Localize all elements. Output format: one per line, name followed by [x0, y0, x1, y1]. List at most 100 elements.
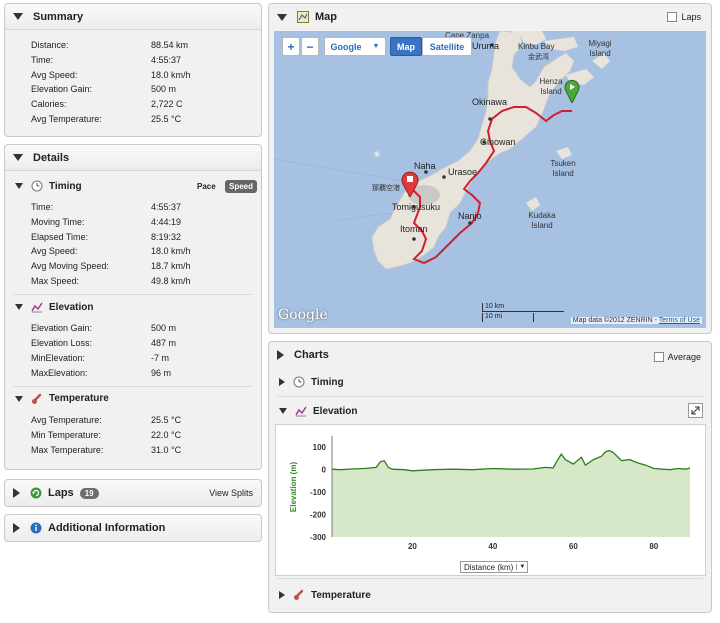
stat-value: 4:55:37	[151, 202, 182, 213]
zoom-out-button[interactable]: −	[301, 37, 319, 56]
collapse-triangle-icon[interactable]	[279, 408, 287, 414]
collapse-triangle-icon[interactable]	[15, 304, 23, 311]
stat-row: Elevation Loss: 487 m	[31, 336, 261, 351]
elevation-chart-icon	[295, 405, 307, 417]
stat-label: Time:	[31, 55, 54, 66]
stat-value: 25.5 °C	[151, 415, 182, 426]
details-header[interactable]: Details	[5, 145, 261, 171]
view-splits-link[interactable]: View Splits	[209, 488, 253, 498]
stat-label: Avg Speed:	[31, 69, 78, 80]
charts-header[interactable]: Charts Average	[269, 342, 711, 368]
terms-of-use-link[interactable]: Terms of Use	[659, 317, 700, 324]
chart-elevation-title: Elevation	[313, 405, 358, 417]
place-label-urasoe: Urasoe	[448, 167, 478, 177]
average-checkbox[interactable]	[653, 352, 664, 362]
laps-panel[interactable]: Laps 19 View Splits	[4, 479, 262, 507]
temperature-stats: Avg Temperature: 25.5 °C Min Temperature: 2…	[5, 408, 261, 457]
elevation-section-header[interactable]: Elevation	[5, 298, 261, 316]
stat-row: Elevation Gain: 500 m	[31, 321, 261, 336]
sea-boundary-line	[333, 212, 393, 222]
map-laps-checkbox[interactable]	[667, 12, 678, 22]
additional-info-title: Additional Information	[48, 522, 166, 534]
island-landmass	[374, 151, 380, 157]
stat-row: Calories: 2,722 C	[31, 97, 261, 112]
stat-label: Time:	[31, 202, 54, 213]
map-type-map-button[interactable]: Map	[390, 37, 422, 56]
y-tick-labels: 100 0 -100 -200 -300	[310, 443, 327, 542]
place-label-kinbu-bay-jp: 金武湾	[528, 54, 549, 61]
thermometer-icon	[31, 393, 43, 405]
stat-value: 4:55:37	[151, 55, 182, 66]
chart-timing-header[interactable]: Timing	[269, 372, 711, 392]
collapse-triangle-icon[interactable]	[277, 13, 287, 21]
place-label-naha: Naha	[414, 161, 436, 171]
chart-timing-title: Timing	[311, 376, 344, 388]
finish-marker-icon[interactable]	[401, 171, 419, 199]
stat-label: Max Speed:	[31, 275, 80, 286]
stat-value: 31.0 °C	[151, 444, 182, 455]
map-canvas[interactable]: Cape Zanpa Uruma Kinbu Bay 金武湾 Miyagi Is…	[274, 31, 706, 328]
summary-title: Summary	[33, 10, 84, 23]
laps-count-badge: 19	[79, 487, 99, 499]
y-tick-label: -300	[310, 533, 327, 542]
collapse-triangle-icon[interactable]	[15, 395, 23, 402]
expand-triangle-icon[interactable]	[277, 350, 284, 360]
stat-value: 18.0 km/h	[151, 246, 191, 257]
stat-value: 22.0 °C	[151, 429, 182, 440]
stat-value: 487 m	[151, 338, 177, 349]
additional-info-panel[interactable]: Additional Information	[4, 514, 262, 542]
temperature-section-header[interactable]: Temperature	[5, 390, 261, 408]
start-marker-icon[interactable]	[564, 79, 580, 105]
divider	[277, 578, 703, 579]
average-toggle[interactable]: Average	[653, 352, 701, 362]
map-attribution-text: Map data ©2012 ZENRIN	[572, 317, 653, 324]
details-panel: Details Timing Pace Speed Time: 4:55:37 Mo…	[4, 144, 262, 470]
map-svg	[274, 31, 610, 270]
collapse-triangle-icon[interactable]	[15, 183, 23, 189]
speed-toggle[interactable]: Speed	[225, 179, 258, 193]
elevation-chart-icon	[31, 301, 43, 313]
map-laps-label: Laps	[681, 12, 701, 22]
chart-temperature-header[interactable]: Temperature	[269, 586, 371, 604]
stat-row: Elapsed Time: 8:19:32	[31, 229, 261, 244]
stat-label: Avg Temperature:	[31, 415, 102, 426]
stat-value: 8:19:32	[151, 231, 182, 242]
stat-value: 500 m	[151, 323, 177, 334]
expand-triangle-icon[interactable]	[279, 591, 285, 599]
stat-value: 49.8 km/h	[151, 275, 191, 286]
charts-title: Charts	[294, 349, 329, 361]
timing-section-header[interactable]: Timing Pace Speed	[5, 177, 261, 195]
place-label-miyagi-island: Miyagi Island	[588, 39, 612, 58]
expand-triangle-icon[interactable]	[279, 378, 285, 386]
expand-chart-icon[interactable]	[688, 403, 703, 418]
x-tick-label: 60	[569, 542, 578, 551]
stat-label: Elevation Gain:	[31, 323, 93, 334]
additional-info-header[interactable]: Additional Information	[5, 515, 261, 541]
pace-toggle[interactable]: Pace	[197, 182, 216, 191]
map-header[interactable]: Map Laps	[269, 4, 711, 30]
charts-panel: Charts Average Timing Elevation 100 0 -100…	[268, 341, 712, 613]
map-provider-select[interactable]: Google ▼	[324, 37, 386, 56]
expand-triangle-icon[interactable]	[13, 488, 20, 498]
scale-km-label: 10 km	[482, 303, 564, 312]
stat-value: 2,722 C	[151, 99, 183, 110]
collapse-triangle-icon[interactable]	[13, 13, 23, 20]
stat-value: 18.7 km/h	[151, 261, 191, 272]
average-label: Average	[667, 352, 701, 362]
x-axis-selector[interactable]: Distance (km) ▼	[460, 561, 529, 573]
stat-label: Elevation Gain:	[31, 84, 93, 95]
x-tick-label: 20	[408, 542, 417, 551]
zoom-in-button[interactable]: +	[282, 37, 300, 56]
chart-elevation-header[interactable]: Elevation	[269, 401, 711, 421]
laps-header[interactable]: Laps 19 View Splits	[5, 480, 261, 506]
sea-boundary-line	[274, 158, 405, 182]
collapse-triangle-icon[interactable]	[13, 154, 23, 161]
map-laps-toggle[interactable]: Laps	[667, 12, 701, 22]
place-label-uruma: Uruma	[472, 41, 500, 51]
expand-triangle-icon[interactable]	[13, 523, 20, 533]
stat-value: 500 m	[151, 84, 177, 95]
map-type-satellite-button[interactable]: Satellite	[422, 37, 472, 56]
stat-label: MaxElevation:	[31, 367, 88, 378]
laps-title: Laps	[48, 487, 74, 499]
summary-header[interactable]: Summary	[5, 4, 261, 30]
